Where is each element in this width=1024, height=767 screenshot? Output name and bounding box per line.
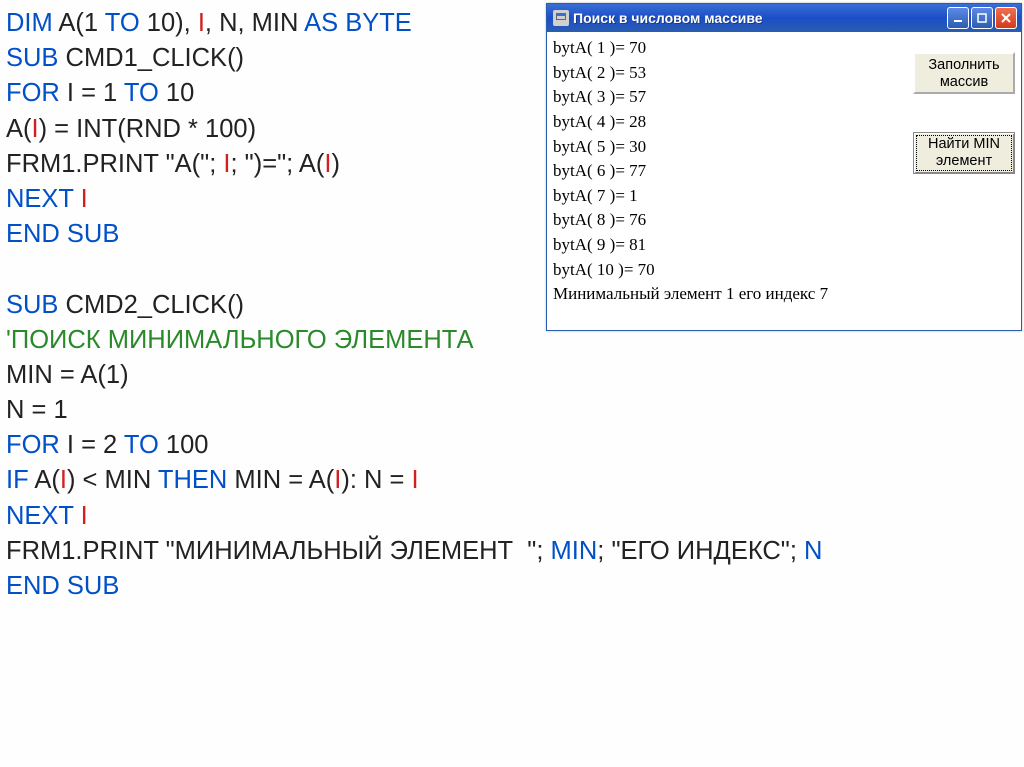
output-line: bytA( 7 )= 1 [553, 184, 1015, 209]
code-token: DIM [6, 9, 53, 37]
titlebar[interactable]: Поиск в числовом массиве [547, 4, 1021, 32]
output-line: bytA( 10 )= 70 [553, 258, 1015, 283]
app-window: Поиск в числовом массиве bytA( 1 )= 70 b… [546, 3, 1022, 331]
output-line: bytA( 4 )= 28 [553, 110, 1015, 135]
client-area: bytA( 1 )= 70 bytA( 2 )= 53 bytA( 3 )= 5… [547, 32, 1021, 330]
output-line: bytA( 8 )= 76 [553, 208, 1015, 233]
close-button[interactable] [995, 7, 1017, 29]
output-line: bytA( 9 )= 81 [553, 233, 1015, 258]
minimize-button[interactable] [947, 7, 969, 29]
window-title: Поиск в числовом массиве [573, 10, 947, 26]
maximize-button[interactable] [971, 7, 993, 29]
find-min-button[interactable]: Найти MIN элемент [913, 132, 1015, 174]
app-icon [553, 10, 569, 26]
fill-array-button[interactable]: Заполнить массив [913, 52, 1015, 94]
output-line: Минимальный элемент 1 его индекс 7 [553, 282, 1015, 307]
